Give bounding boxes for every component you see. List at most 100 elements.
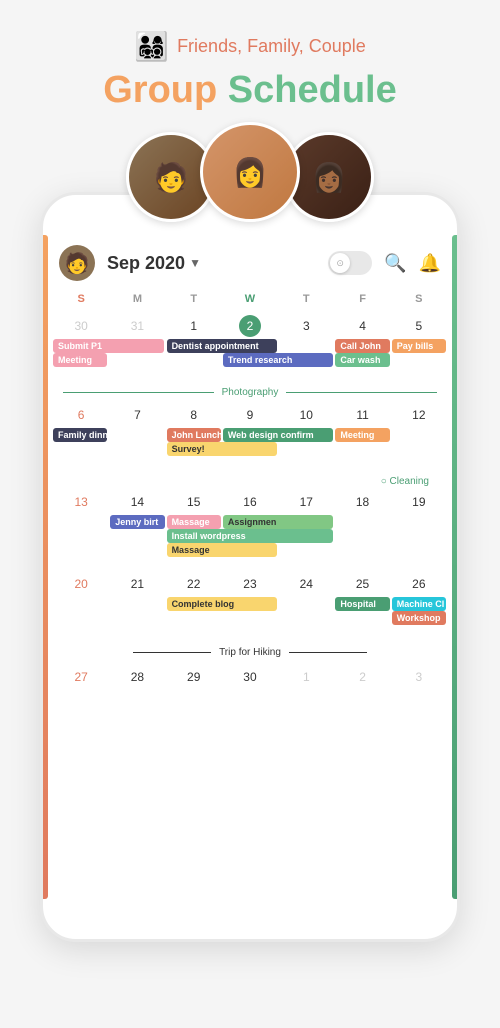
day-18[interactable]: 18 [334, 489, 390, 569]
trip-line-left [133, 652, 211, 653]
trip-row: Trip for Hiking [53, 645, 447, 660]
trip-label: Trip for Hiking [211, 647, 289, 658]
avatar-2: 👩 [200, 122, 300, 222]
day-28[interactable]: 28 [109, 664, 165, 724]
title-group: Group [103, 69, 217, 111]
app-title: Group Schedule [103, 69, 396, 112]
day-number: 25 [352, 573, 374, 595]
day-30-prev[interactable]: 30 [53, 313, 109, 383]
day-9[interactable]: 9 [222, 402, 278, 472]
avatars-row: 🧑 👩 👩🏾 [134, 132, 366, 222]
header-saturday: S [391, 289, 447, 309]
cleaning-label: ○ Cleaning [381, 476, 429, 487]
day-number: 6 [70, 404, 92, 426]
day-25[interactable]: 25 [334, 571, 390, 641]
app-tagline: 👨‍👩‍👧‍👦 Friends, Family, Couple [134, 30, 366, 63]
day-15[interactable]: 15 [166, 489, 222, 569]
day-number: 31 [126, 315, 148, 337]
day-number: 17 [295, 491, 317, 513]
header-thursday: T [278, 289, 334, 309]
toggle-circle: ⊙ [330, 253, 350, 273]
day-number: 18 [352, 491, 374, 513]
photo-line-right [286, 392, 437, 393]
day-number: 26 [408, 573, 430, 595]
phone-frame: 🧑 Sep 2020 ▼ ⊙ 🔍 🔔 S M T W T F S 30 31 [40, 192, 460, 942]
day-29[interactable]: 29 [166, 664, 222, 724]
day-number: 30 [70, 315, 92, 337]
day-number: 29 [183, 666, 205, 688]
day-number: 1 [295, 666, 317, 688]
day-31-prev[interactable]: 31 [109, 313, 165, 383]
day-number: 2 [239, 315, 261, 337]
day-8[interactable]: 8 [166, 402, 222, 472]
day-number: 16 [239, 491, 261, 513]
notification-icon[interactable]: 🔔 [419, 253, 441, 274]
day-number: 23 [239, 573, 261, 595]
week-row-5: 27 28 29 30 1 2 3 [53, 664, 447, 724]
day-21[interactable]: 21 [109, 571, 165, 641]
title-schedule: Schedule [217, 69, 397, 111]
family-emoji: 👨‍👩‍👧‍👦 [134, 30, 169, 63]
day-10[interactable]: 10 [278, 402, 334, 472]
day-number: 27 [70, 666, 92, 688]
day-number: 3 [295, 315, 317, 337]
header-icons: ⊙ 🔍 🔔 [328, 251, 441, 275]
day-2-today[interactable]: 2 [222, 313, 278, 383]
trip-line-right [289, 652, 367, 653]
header-wednesday: W [222, 289, 278, 309]
day-7[interactable]: 7 [109, 402, 165, 472]
day-14[interactable]: 14 [109, 489, 165, 569]
photography-row: Photography [53, 385, 447, 400]
month-label: Sep 2020 [107, 253, 185, 274]
day-number: 30 [239, 666, 261, 688]
day-1-next[interactable]: 1 [278, 664, 334, 724]
day-24[interactable]: 24 [278, 571, 334, 641]
photo-line-left [63, 392, 214, 393]
header-sunday: S [53, 289, 109, 309]
day-number: 5 [408, 315, 430, 337]
cleaning-row: ○ Cleaning [53, 474, 447, 489]
day-number: 14 [126, 491, 148, 513]
day-number: 15 [183, 491, 205, 513]
day-number: 28 [126, 666, 148, 688]
day-3[interactable]: 3 [278, 313, 334, 383]
day-27[interactable]: 27 [53, 664, 109, 724]
day-16[interactable]: 16 [222, 489, 278, 569]
day-19[interactable]: 19 [391, 489, 447, 569]
day-4[interactable]: 4 [334, 313, 390, 383]
header-tuesday: T [166, 289, 222, 309]
day-6[interactable]: 6 [53, 402, 109, 472]
day-number: 21 [126, 573, 148, 595]
top-section: 👨‍👩‍👧‍👦 Friends, Family, Couple Group Sc… [0, 0, 500, 192]
day-17[interactable]: 17 [278, 489, 334, 569]
tagline-text: Friends, Family, Couple [177, 36, 366, 57]
day-number: 24 [295, 573, 317, 595]
day-number: 4 [352, 315, 374, 337]
month-title[interactable]: Sep 2020 ▼ [107, 253, 322, 274]
dropdown-arrow-icon: ▼ [189, 256, 201, 270]
day-20[interactable]: 20 [53, 571, 109, 641]
day-30[interactable]: 30 [222, 664, 278, 724]
day-1[interactable]: 1 [166, 313, 222, 383]
day-number: 13 [70, 491, 92, 513]
day-13[interactable]: 13 [53, 489, 109, 569]
user-avatar[interactable]: 🧑 [59, 245, 95, 281]
day-2-next[interactable]: 2 [334, 664, 390, 724]
search-icon[interactable]: 🔍 [384, 253, 406, 274]
day-11[interactable]: 11 [334, 402, 390, 472]
day-22[interactable]: 22 [166, 571, 222, 641]
view-toggle[interactable]: ⊙ [328, 251, 372, 275]
day-3-next[interactable]: 3 [391, 664, 447, 724]
day-number: 19 [408, 491, 430, 513]
day-23[interactable]: 23 [222, 571, 278, 641]
day-12[interactable]: 12 [391, 402, 447, 472]
day-number: 2 [352, 666, 374, 688]
calendar-grid: S M T W T F S 30 31 1 2 3 4 5 Submit P1 … [43, 289, 457, 724]
day-5[interactable]: 5 [391, 313, 447, 383]
photography-label: Photography [214, 387, 287, 398]
day-number: 3 [408, 666, 430, 688]
week-row-4: 20 21 22 23 24 25 26 Complete blog Hospi… [53, 571, 447, 641]
day-26[interactable]: 26 [391, 571, 447, 641]
day-number: 9 [239, 404, 261, 426]
day-number: 1 [183, 315, 205, 337]
